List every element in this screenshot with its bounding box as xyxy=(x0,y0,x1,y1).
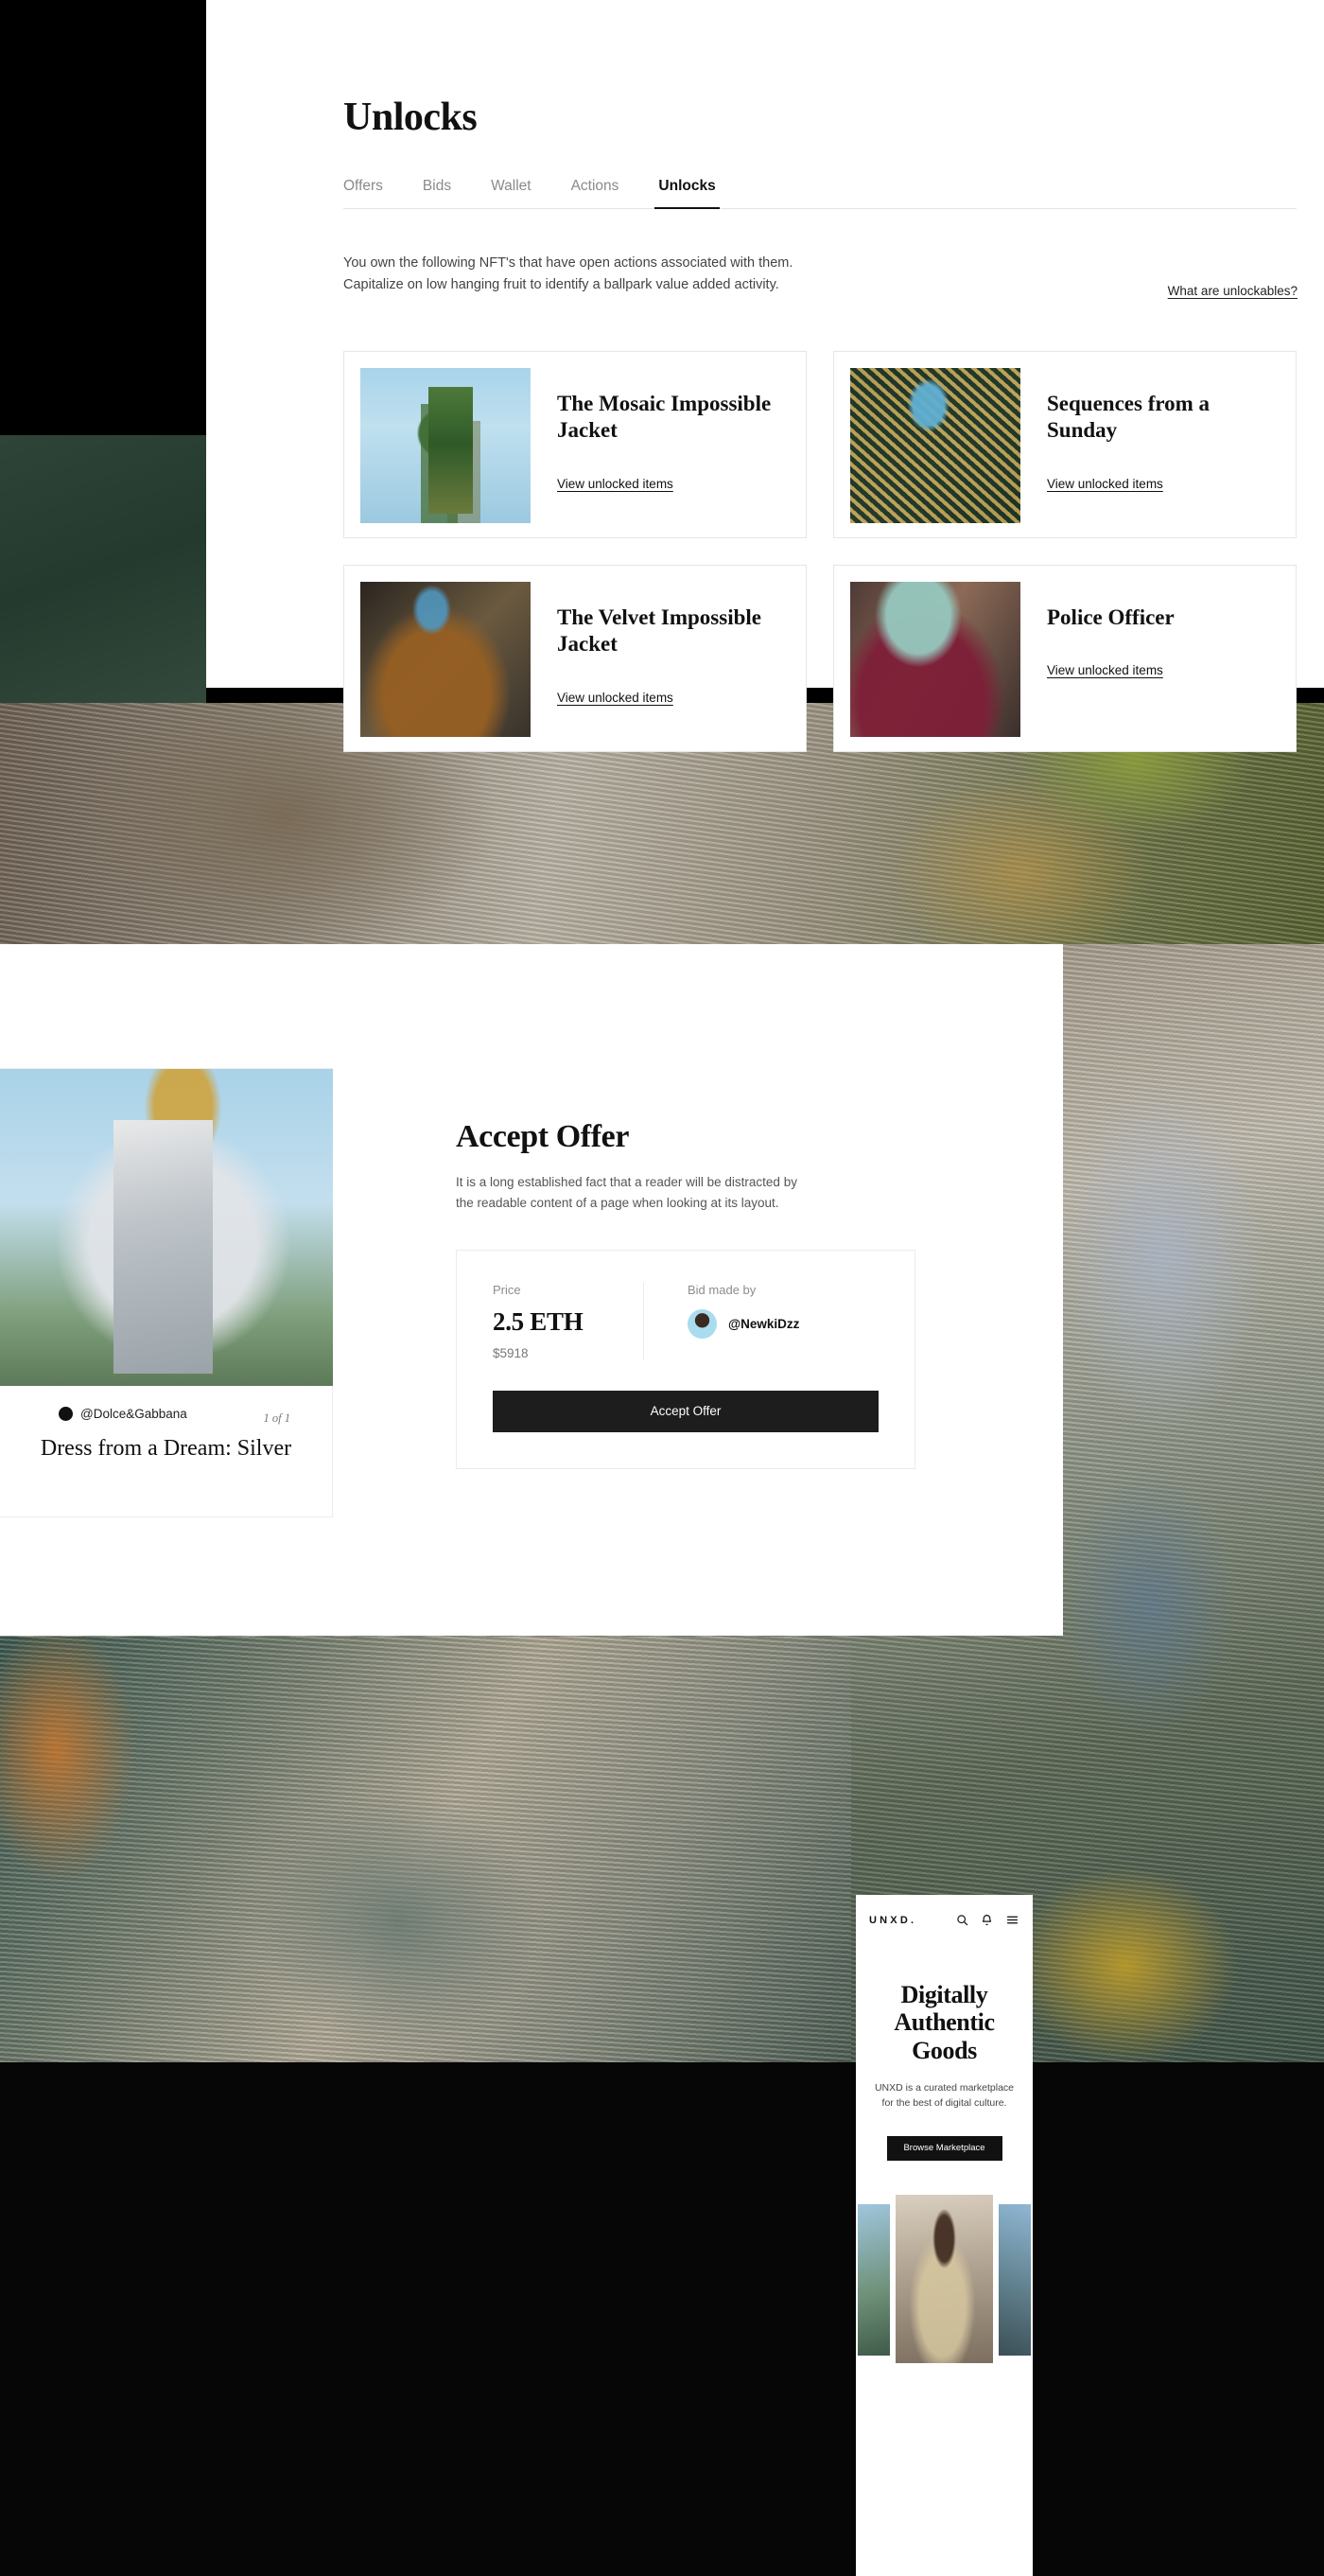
bidder-avatar xyxy=(688,1308,717,1339)
price-eth-value: 2.5 ETH xyxy=(493,1306,584,1336)
nft-title: Sequences from a Sunday xyxy=(1047,391,1211,443)
unxd-logo[interactable]: UNXD. xyxy=(869,1915,916,1926)
tab-bar: Offers Bids Wallet Actions Unlocks xyxy=(343,178,1297,209)
gallery-tile-center[interactable] xyxy=(896,2194,993,2363)
accept-offer-panel: @Dolce&Gabbana 1 of 1 Dress from a Dream… xyxy=(0,944,1063,1636)
hamburger-menu-icon[interactable] xyxy=(1005,1914,1019,1926)
view-unlocked-items-link[interactable]: View unlocked items xyxy=(1047,477,1163,491)
what-are-unlockables-link[interactable]: What are unlockables? xyxy=(1168,284,1298,298)
accept-offer-button[interactable]: Accept Offer xyxy=(493,1390,879,1432)
nft-title: The Mosaic Impossible Jacket xyxy=(557,391,772,443)
unlock-card[interactable]: Police Officer View unlocked items xyxy=(833,564,1297,752)
tab-bids[interactable]: Bids xyxy=(423,178,451,208)
bidder-handle[interactable]: @NewkiDzz xyxy=(728,1317,799,1331)
nft-title: The Velvet Impossible Jacket xyxy=(557,605,761,657)
nft-thumbnail-mosaic xyxy=(360,367,531,523)
nft-thumbnail-velvet xyxy=(360,581,531,737)
mobile-header: UNXD. xyxy=(856,1895,1033,1945)
bid-made-by-label: Bid made by xyxy=(688,1282,757,1297)
browse-marketplace-button[interactable]: Browse Marketplace xyxy=(886,2135,1002,2161)
tab-wallet[interactable]: Wallet xyxy=(491,178,531,208)
price-usd-value: $5918 xyxy=(493,1345,529,1360)
offer-summary-box: Price 2.5 ETH $5918 Bid made by @NewkiDz… xyxy=(456,1249,915,1469)
offer-description: It is a long established fact that a rea… xyxy=(456,1175,797,1210)
bidder-column: Bid made by @NewkiDzz xyxy=(644,1283,799,1360)
nft-title: Police Officer xyxy=(1047,605,1175,629)
view-unlocked-items-link[interactable]: View unlocked items xyxy=(1047,663,1163,677)
price-column: Price 2.5 ETH $5918 xyxy=(493,1282,644,1360)
mobile-hero-subtitle: UNXD is a curated marketplace for the be… xyxy=(874,2082,1015,2110)
offer-nft-card[interactable]: @Dolce&Gabbana 1 of 1 Dress from a Dream… xyxy=(0,1068,333,1517)
background-green-block xyxy=(0,435,206,703)
creator-handle[interactable]: @Dolce&Gabbana xyxy=(80,1407,187,1421)
unlock-card[interactable]: The Mosaic Impossible Jacket View unlock… xyxy=(343,350,807,538)
fabric-photo-lower xyxy=(0,1637,851,2062)
offer-heading: Accept Offer xyxy=(456,1119,630,1154)
bidder-row[interactable]: @NewkiDzz xyxy=(688,1308,799,1339)
unlock-card[interactable]: Sequences from a Sunday View unlocked it… xyxy=(833,350,1297,538)
view-unlocked-items-link[interactable]: View unlocked items xyxy=(557,691,673,705)
tab-offers[interactable]: Offers xyxy=(343,178,383,208)
edition-badge: 1 of 1 xyxy=(263,1411,290,1425)
tab-unlocks[interactable]: Unlocks xyxy=(654,178,721,209)
nft-thumbnail-police xyxy=(850,581,1020,737)
intro-line-1: You own the following NFT's that have op… xyxy=(343,255,793,271)
tab-actions[interactable]: Actions xyxy=(571,178,619,208)
mobile-hero: Digitally Authentic Goods UNXD is a cura… xyxy=(856,1945,1033,2161)
offer-details: Accept Offer It is a long established fa… xyxy=(456,1119,915,1469)
price-label: Price xyxy=(493,1282,521,1297)
mobile-app-panel: UNXD. Digitally Authentic Goods UNXD is … xyxy=(856,1895,1033,2576)
gallery-tile-left[interactable] xyxy=(858,2203,890,2356)
unlock-card-grid: The Mosaic Impossible Jacket View unlock… xyxy=(343,350,1324,752)
view-unlocked-items-link[interactable]: View unlocked items xyxy=(557,477,673,491)
creator-avatar xyxy=(59,1407,73,1421)
background-black-top xyxy=(0,0,206,435)
nft-thumbnail-sequences xyxy=(850,367,1020,523)
page-title: Unlocks xyxy=(343,96,478,139)
bell-icon[interactable] xyxy=(981,1914,993,1926)
offer-nft-artwork xyxy=(0,1069,333,1386)
offer-nft-title: Dress from a Dream: Silver xyxy=(40,1436,292,1461)
gallery-tile-right[interactable] xyxy=(999,2203,1031,2356)
mobile-gallery xyxy=(856,2194,1033,2365)
unlocks-panel: Unlocks Offers Bids Wallet Actions Unloc… xyxy=(206,0,1324,752)
unlock-card[interactable]: The Velvet Impossible Jacket View unlock… xyxy=(343,564,807,752)
background-black-bottom xyxy=(0,2062,1324,2576)
search-icon[interactable] xyxy=(956,1914,968,1926)
mobile-hero-title: Digitally Authentic Goods xyxy=(894,1981,995,2064)
